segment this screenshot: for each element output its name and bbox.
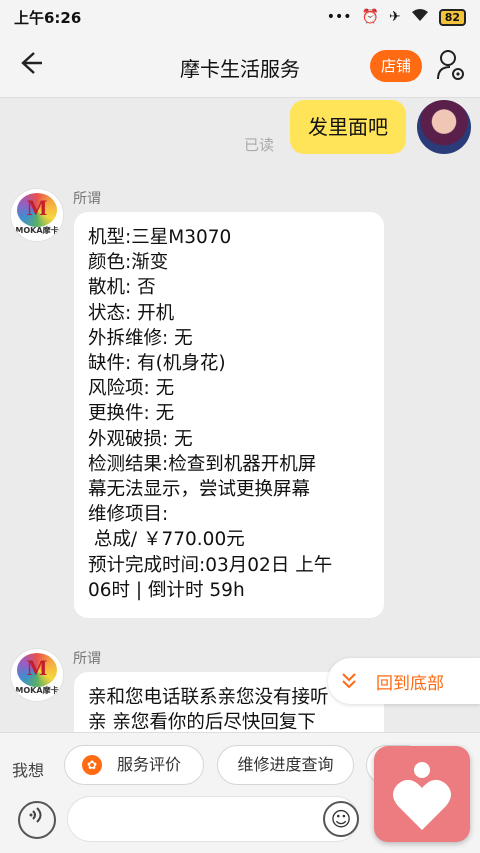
voice-icon[interactable] (18, 801, 56, 839)
chip-label: 服务评价 (117, 755, 182, 774)
repair-progress-chip[interactable]: 维修进度查询 (217, 745, 354, 785)
message-line: 更换件: 无 (88, 403, 175, 425)
alarm-icon: ⏰ (361, 9, 379, 25)
airplane-icon: ✈ (388, 9, 401, 25)
message-line: 颜色:渐变 (88, 252, 169, 274)
message-line: 维修项目: (88, 504, 169, 526)
message-input[interactable] (67, 796, 359, 842)
message-line: 风险项: 无 (88, 378, 175, 400)
service-review-chip[interactable]: ✿ 服务评价 (64, 745, 204, 785)
moka-avatar[interactable]: M MOKA摩卡 (10, 188, 64, 242)
message-line: 06时 | 倒计时 59h (88, 579, 245, 601)
more-dots-icon: ••• (326, 9, 352, 25)
scroll-to-bottom-button[interactable]: 回到底部 (328, 658, 480, 704)
message-line: 亲和您电话联系亲您没有接听 (88, 687, 329, 708)
moka-logo-text: MOKA摩卡 (15, 226, 59, 235)
self-avatar[interactable] (417, 100, 471, 154)
status-bar: 上午6:26 ••• ⏰ ✈ 82 (0, 0, 480, 34)
user-settings-icon[interactable] (436, 49, 466, 83)
status-icons: ••• ⏰ ✈ 82 (327, 8, 466, 26)
message-line: 外拆维修: 无 (88, 327, 193, 349)
scroll-to-bottom-label: 回到底部 (376, 673, 444, 694)
header: 摩卡生活服务 店铺 (0, 34, 480, 98)
self-message-bubble[interactable]: 发里面吧 (290, 100, 406, 154)
heart-icon (393, 779, 451, 830)
message-line: 状态: 开机 (88, 302, 175, 324)
battery-indicator: 82 (438, 8, 466, 26)
floating-heart-button[interactable] (374, 746, 470, 842)
message-line: 预计完成时间:03月02日 上午 (88, 554, 333, 576)
message-bubble[interactable]: 机型:三星M3070 颜色:渐变 散机: 否 状态: 开机 外拆维修: 无 缺件… (74, 212, 384, 618)
sender-name: 所谓 (73, 651, 101, 667)
review-icon: ✿ (82, 755, 102, 775)
chip-label: 维修进度查询 (237, 755, 334, 774)
chat-area[interactable]: 发里面吧 已读 M MOKA摩卡 所谓 机型:三星M3070 颜色:渐变 散机:… (0, 98, 480, 732)
status-time: 上午6:26 (14, 8, 82, 27)
sender-name: 所谓 (73, 191, 101, 207)
double-chevron-down-icon (338, 672, 360, 690)
emoji-icon[interactable]: ☺ (323, 801, 359, 837)
message-line: 亲 亲您看你的后尽快回复下 (88, 712, 316, 732)
moka-avatar[interactable]: M MOKA摩卡 (10, 648, 64, 702)
message-line: 幕无法显示，尝试更换屏幕 (88, 479, 311, 501)
message-line: 外观破损: 无 (88, 428, 193, 450)
wifi-icon (411, 8, 429, 26)
shop-button[interactable]: 店铺 (370, 50, 422, 82)
message-line: 总成/ ￥770.00元 (88, 529, 245, 551)
message-line: 缺件: 有(机身花) (88, 353, 226, 375)
message-line: 机型:三星M3070 (88, 227, 232, 248)
message-line: 散机: 否 (88, 277, 156, 299)
message-line: 检测结果:检查到机器开机屏 (88, 453, 317, 475)
quick-actions-label: 我想 (12, 761, 45, 780)
read-status: 已读 (244, 136, 275, 154)
moka-logo-text: MOKA摩卡 (15, 686, 59, 695)
